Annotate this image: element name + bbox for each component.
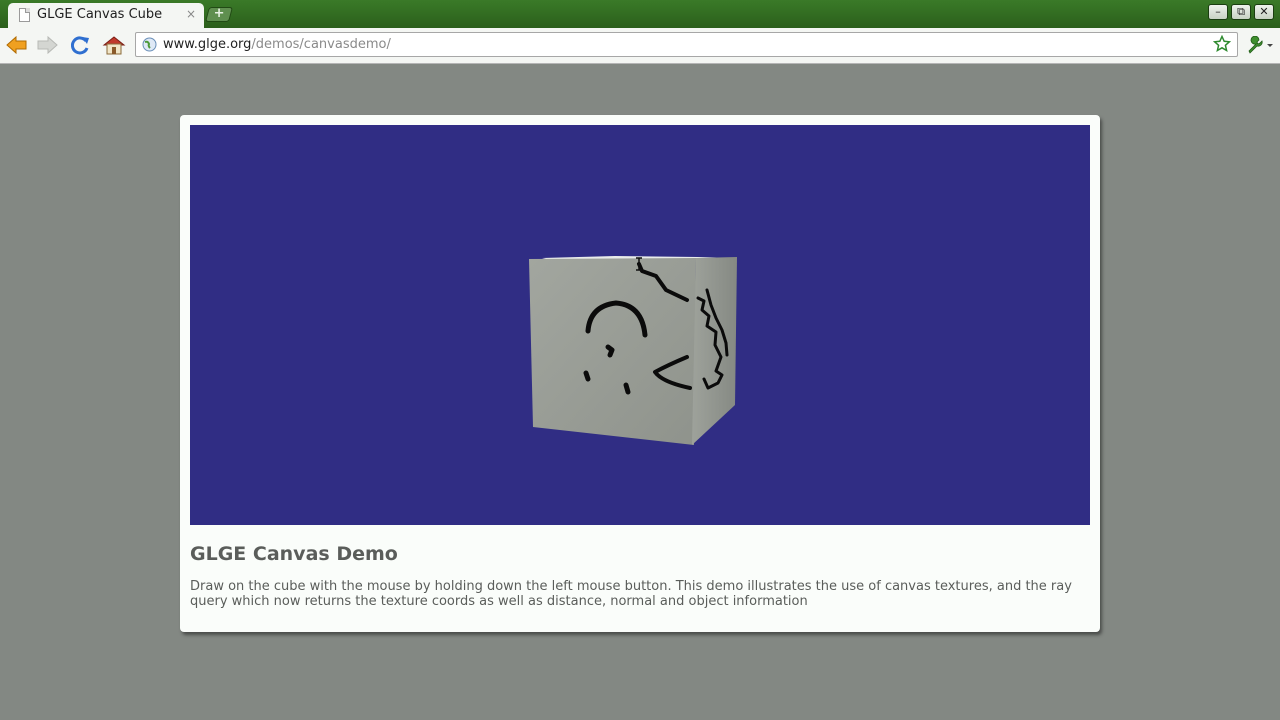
browser-tab[interactable]: GLGE Canvas Cube × [8, 3, 204, 28]
back-icon [6, 35, 27, 55]
demo-card: GLGE Canvas Demo Draw on the cube with t… [180, 115, 1100, 632]
window-controls: – ⧉ ✕ [1208, 4, 1274, 22]
text-cursor-icon [636, 257, 642, 271]
browser-toolbar: www.glge.org/demos/canvasdemo/ [0, 28, 1280, 64]
browser-titlebar: GLGE Canvas Cube × + – ⧉ ✕ [0, 0, 1280, 28]
forward-button[interactable] [35, 34, 59, 56]
new-tab-button[interactable]: + [204, 6, 234, 22]
close-window-button[interactable]: ✕ [1254, 4, 1274, 20]
webgl-canvas[interactable] [190, 125, 1090, 525]
cube-model [529, 256, 737, 445]
settings-menu-button[interactable] [1246, 35, 1274, 58]
tab-title: GLGE Canvas Cube [37, 7, 163, 22]
page-description: Draw on the cube with the mouse by holdi… [190, 579, 1072, 609]
star-icon[interactable] [1213, 35, 1231, 53]
home-icon [102, 36, 126, 55]
page-title: GLGE Canvas Demo [190, 543, 398, 565]
reload-icon [71, 36, 89, 55]
minimize-button[interactable]: – [1208, 4, 1228, 20]
back-button[interactable] [5, 34, 29, 56]
address-bar[interactable]: www.glge.org/demos/canvasdemo/ [135, 32, 1238, 57]
url-host: www.glge.org [163, 37, 252, 52]
wrench-icon [1248, 35, 1273, 54]
forward-icon [37, 35, 58, 55]
plus-icon: + [213, 6, 225, 21]
home-button[interactable] [102, 34, 126, 56]
tab-close-icon[interactable]: × [186, 7, 196, 21]
url-text: www.glge.org/demos/canvasdemo/ [163, 37, 391, 52]
globe-icon [142, 37, 157, 52]
url-path: /demos/canvasdemo/ [251, 37, 391, 52]
restore-button[interactable]: ⧉ [1231, 4, 1251, 20]
cube-side-face [692, 257, 737, 445]
page-icon [19, 8, 30, 22]
reload-button[interactable] [68, 34, 92, 56]
